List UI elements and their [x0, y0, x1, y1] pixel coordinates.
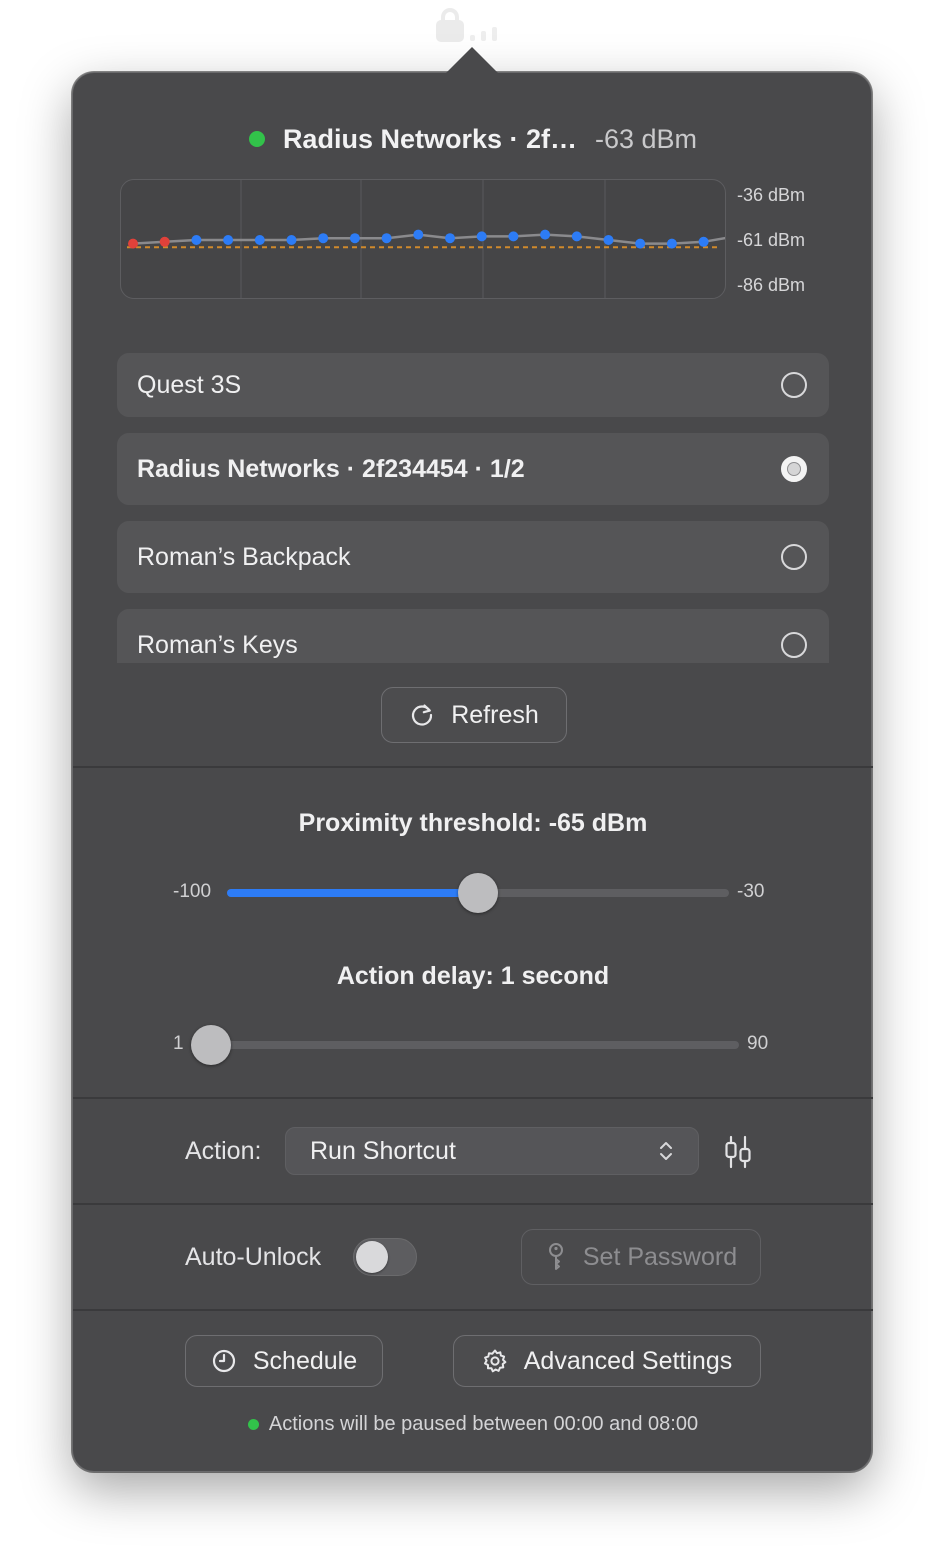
- action-selected-value: Run Shortcut: [310, 1136, 456, 1165]
- signal-point: [603, 235, 614, 245]
- key-icon: [548, 1243, 563, 1270]
- device-row-radius-networks[interactable]: Radius Networks · 2f234454 · 1/2: [117, 433, 829, 505]
- signal-point: [223, 235, 234, 245]
- status-dot: [247, 1419, 259, 1430]
- signal-point: [254, 235, 265, 245]
- set-password-button[interactable]: Set Password: [521, 1229, 761, 1285]
- signal-graph-y-labels: -36 dBm -61 dBm -86 dBm: [737, 181, 837, 301]
- sliders-icon[interactable]: [723, 1135, 753, 1169]
- device-name: Radius Networks · 2f234454 · 1/2: [137, 454, 525, 483]
- delay-max-label: 90: [747, 1033, 769, 1054]
- proximity-slider-fill: [227, 889, 478, 897]
- advanced-settings-button[interactable]: Advanced Settings: [453, 1335, 761, 1387]
- device-row-quest-3s[interactable]: Quest 3S: [117, 353, 829, 417]
- y-label-mid: -61 dBm: [737, 230, 806, 250]
- signal-point: [191, 235, 202, 245]
- y-label-bottom: -86 dBm: [737, 275, 806, 295]
- device-name: Roman’s Backpack: [137, 542, 351, 571]
- device-list[interactable]: Quest 3S Radius Networks · 2f234454 · 1/…: [117, 353, 829, 663]
- proximity-threshold-title: Proximity threshold: -65 dBm: [298, 809, 648, 837]
- popover-arrow: [446, 47, 498, 73]
- chevron-up-down-icon: [660, 1142, 672, 1160]
- signal-point: [413, 229, 424, 240]
- proximity-max-label: -30: [737, 881, 765, 902]
- radio-button[interactable]: [781, 544, 807, 570]
- signal-point: [540, 229, 551, 240]
- signal-point: [318, 233, 329, 244]
- divider: [73, 1097, 873, 1099]
- popover-panel: Radius Networks · 2f… -63 dBm -36 dBm -6…: [72, 72, 873, 1472]
- action-select[interactable]: Run Shortcut: [285, 1127, 699, 1175]
- y-label-top: -36 dBm: [737, 185, 806, 205]
- refresh-button[interactable]: Refresh: [381, 687, 567, 743]
- proximity-slider-knob[interactable]: [458, 873, 498, 913]
- delay-min-label: 1: [173, 1033, 184, 1054]
- signal-point: [445, 233, 455, 244]
- delay-slider-knob[interactable]: [191, 1025, 231, 1065]
- status-dot: [248, 131, 265, 147]
- pause-note: Actions will be paused between 00:00 and…: [73, 1413, 873, 1436]
- signal-point: [349, 233, 360, 244]
- signal-point: [476, 231, 487, 242]
- auto-unlock-toggle[interactable]: [353, 1238, 417, 1276]
- pause-note-text: Actions will be paused between 00:00 and…: [268, 1413, 699, 1435]
- signal-point: [286, 235, 297, 245]
- auto-unlock-label: Auto-Unlock: [185, 1243, 322, 1271]
- signal-graph: [120, 179, 726, 299]
- divider: [73, 766, 873, 768]
- device-row-romans-keys[interactable]: Roman’s Keys: [117, 609, 829, 663]
- device-name: Quest 3S: [137, 370, 242, 399]
- toggle-knob: [356, 1241, 388, 1273]
- refresh-icon: [412, 704, 433, 726]
- signal-graph-svg: [127, 180, 725, 298]
- divider: [73, 1309, 873, 1311]
- menubar-lock-icon[interactable]: [436, 8, 512, 44]
- device-row-romans-backpack[interactable]: Roman’s Backpack: [117, 521, 829, 593]
- connected-device-rssi: -63 dBm: [595, 123, 698, 154]
- device-name: Roman’s Keys: [137, 630, 298, 659]
- signal-point: [381, 233, 392, 244]
- radio-button[interactable]: [781, 632, 807, 658]
- signal-point: [666, 238, 677, 249]
- schedule-button[interactable]: Schedule: [185, 1335, 383, 1387]
- action-delay-title: Action delay: 1 second: [336, 962, 610, 990]
- signal-point: [635, 238, 646, 249]
- refresh-label: Refresh: [451, 700, 539, 729]
- action-label: Action:: [185, 1137, 262, 1165]
- connected-device-header: Radius Networks · 2f… -63 dBm: [73, 119, 873, 159]
- schedule-label: Schedule: [252, 1346, 358, 1375]
- delay-slider-track[interactable]: [191, 1041, 739, 1049]
- divider: [73, 1203, 873, 1205]
- signal-point: [698, 236, 709, 247]
- set-password-label: Set Password: [582, 1242, 738, 1271]
- clock-icon: [212, 1349, 235, 1373]
- signal-point: [571, 231, 582, 242]
- proximity-min-label: -100: [173, 881, 212, 902]
- radio-button-selected[interactable]: [781, 456, 807, 482]
- connected-device-name: Radius Networks · 2f…: [282, 123, 577, 154]
- gear-icon: [483, 1349, 507, 1373]
- signal-point: [159, 236, 170, 247]
- advanced-settings-label: Advanced Settings: [523, 1346, 733, 1375]
- radio-button[interactable]: [781, 372, 807, 398]
- signal-point: [508, 231, 519, 242]
- signal-point: [128, 238, 138, 249]
